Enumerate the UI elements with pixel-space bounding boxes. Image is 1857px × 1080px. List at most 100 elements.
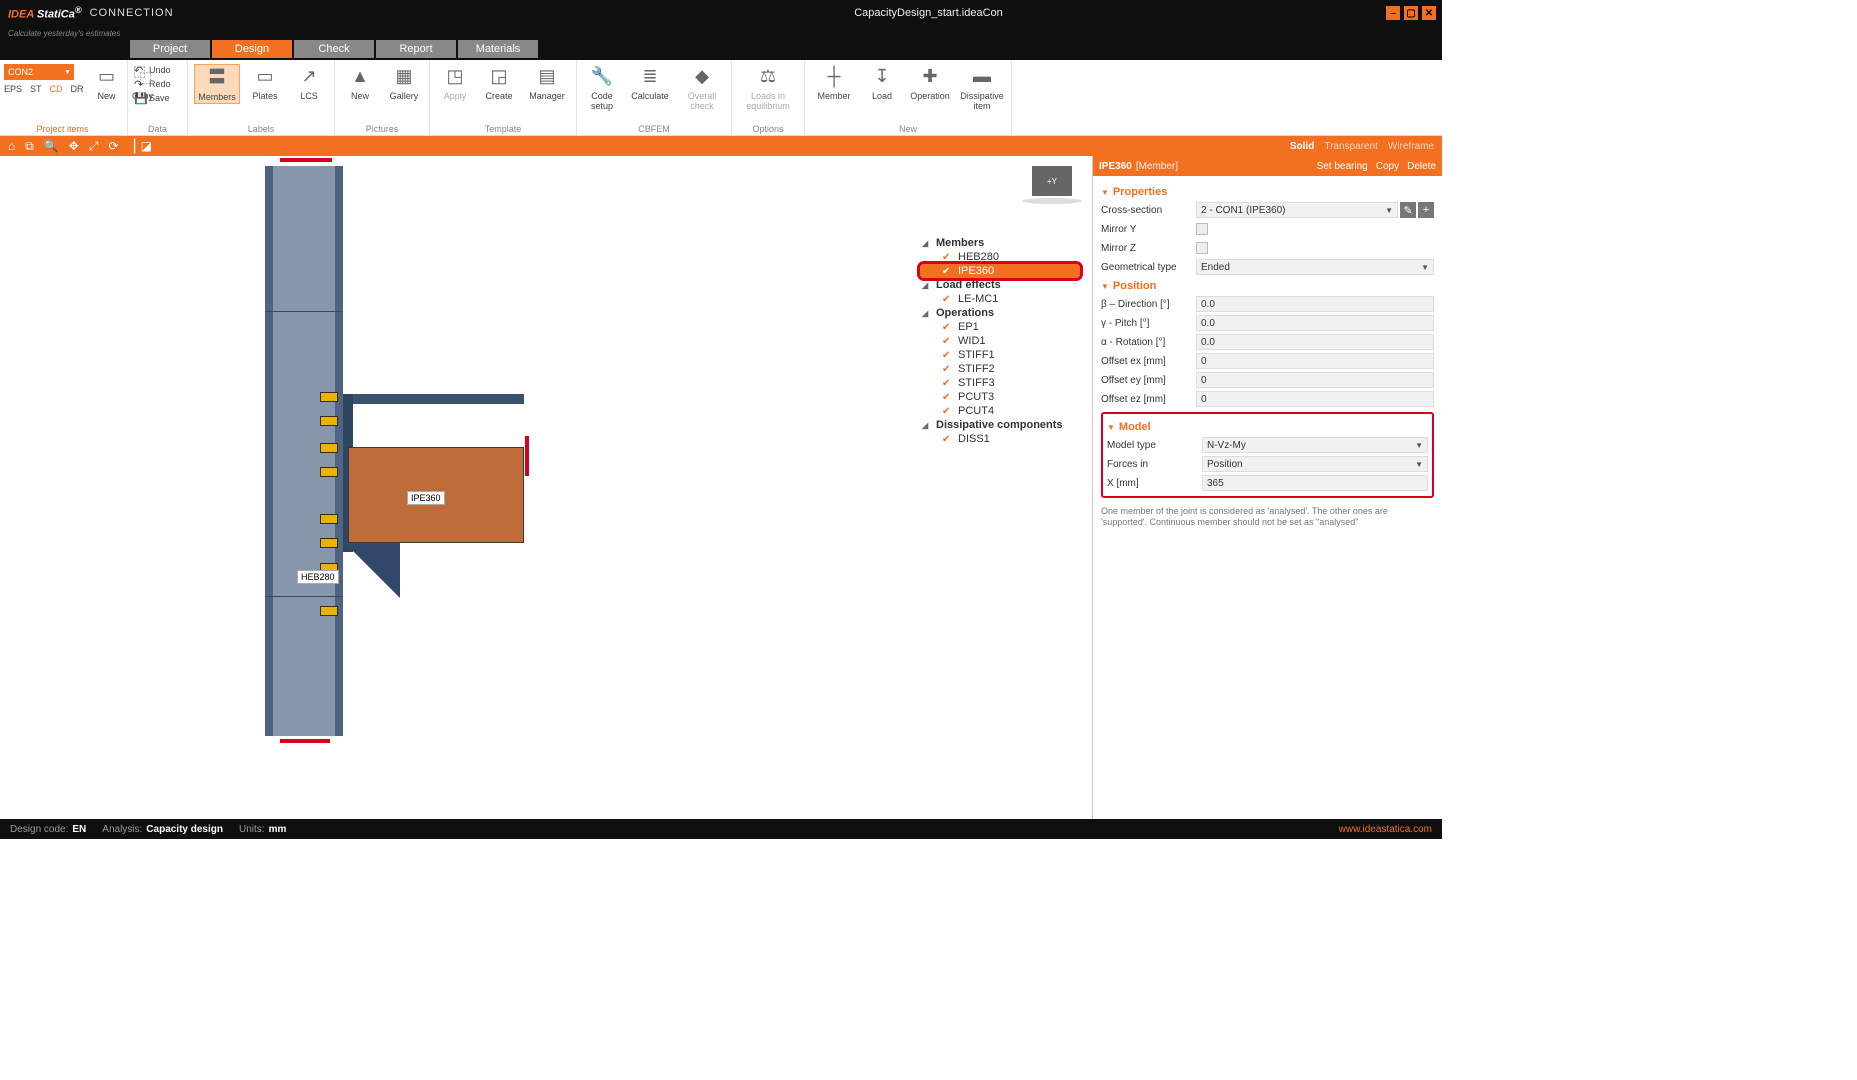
loads-eq-button[interactable]: ⚖Loads in equilibrium: [738, 64, 798, 112]
view-transparent[interactable]: Transparent: [1324, 141, 1378, 152]
mode-cd[interactable]: CD: [50, 84, 63, 94]
app-logo: IDEA StatiCa®: [8, 5, 82, 21]
check-icon: ◆: [689, 64, 715, 90]
x-input[interactable]: 365: [1202, 475, 1428, 491]
pic-new-button[interactable]: ▲New: [341, 64, 379, 102]
lcs-icon: ↗: [296, 64, 322, 90]
new-load-button[interactable]: ↧Load: [863, 64, 901, 102]
website-link[interactable]: www.ideastatica.com: [1339, 824, 1432, 835]
tree-item[interactable]: ✔PCUT4: [920, 404, 1080, 418]
pic-new-icon: ▲: [347, 64, 373, 90]
tab-report[interactable]: Report: [376, 40, 456, 58]
cross-section-select[interactable]: 2 - CON1 (IPE360): [1196, 202, 1398, 218]
lcs-button[interactable]: ↗LCS: [290, 64, 328, 102]
save-button[interactable]: 💾Save: [134, 92, 181, 104]
overall-check-button[interactable]: ◆Overall check: [679, 64, 725, 112]
calculate-icon: ≣: [637, 64, 663, 90]
tree-item[interactable]: ✔STIFF1: [920, 348, 1080, 362]
section-position[interactable]: Position: [1101, 280, 1434, 292]
tree-item[interactable]: ✔PCUT3: [920, 390, 1080, 404]
position-input[interactable]: 0: [1196, 372, 1434, 388]
view-solid[interactable]: Solid: [1290, 141, 1314, 152]
app-tagline: Calculate yesterday's estimates: [0, 26, 1442, 40]
apply-button[interactable]: ◳Apply: [436, 64, 474, 102]
new-operation-button[interactable]: ✚Operation: [907, 64, 953, 102]
expand-icon[interactable]: ⤢: [89, 139, 99, 154]
refresh-icon[interactable]: ⟳: [108, 139, 118, 153]
bolt-icon: [320, 467, 338, 477]
model-viewport[interactable]: IPE360 HEB280 +Y ◢Members✔HEB280✔IPE360◢…: [0, 156, 1092, 819]
position-input[interactable]: 0.0: [1196, 315, 1434, 331]
properties-panel: IPE360 [Member] Set bearing Copy Delete …: [1092, 156, 1442, 819]
tab-materials[interactable]: Materials: [458, 40, 538, 58]
position-input[interactable]: 0.0: [1196, 296, 1434, 312]
perspective-icon[interactable]: ◪: [141, 139, 152, 153]
tree-item[interactable]: ✔WID1: [920, 334, 1080, 348]
ribbon-group-template: ◳Apply ◲Create ▤Manager Template: [430, 60, 577, 135]
tree-item[interactable]: ✔LE-MC1: [920, 292, 1080, 306]
redo-button[interactable]: ↷Redo: [134, 78, 181, 90]
code-setup-button[interactable]: 🔧Code setup: [583, 64, 621, 112]
tree-item[interactable]: ✔IPE360: [920, 264, 1080, 278]
tree-header[interactable]: ◢Members: [920, 236, 1080, 250]
mirror-z-checkbox[interactable]: [1196, 242, 1208, 254]
connection-dropdown[interactable]: CON2: [4, 64, 74, 80]
tree-header[interactable]: ◢Operations: [920, 306, 1080, 320]
nav-cube[interactable]: +Y: [1032, 166, 1072, 196]
zoom-window-icon[interactable]: ⧉: [25, 139, 34, 154]
tree-header[interactable]: ◢Load effects: [920, 278, 1080, 292]
beam-ipe360[interactable]: IPE360: [348, 447, 524, 543]
minimize-button[interactable]: –: [1386, 6, 1400, 20]
view-wireframe[interactable]: Wireframe: [1388, 141, 1434, 152]
mode-st[interactable]: ST: [30, 84, 42, 94]
tree-item[interactable]: ✔EP1: [920, 320, 1080, 334]
tree-item[interactable]: ✔STIFF3: [920, 376, 1080, 390]
panel-title: IPE360: [1099, 161, 1132, 172]
create-button[interactable]: ◲Create: [480, 64, 518, 102]
model-type-select[interactable]: N-Vz-My: [1202, 437, 1428, 453]
mirror-y-checkbox[interactable]: [1196, 223, 1208, 235]
redo-icon: ↷: [134, 78, 146, 90]
mode-dr[interactable]: DR: [71, 84, 84, 94]
beam-plate-top: [348, 394, 524, 404]
position-input[interactable]: 0.0: [1196, 334, 1434, 350]
mode-eps[interactable]: EPS: [4, 84, 22, 94]
manager-button[interactable]: ▤Manager: [524, 64, 570, 102]
zoom-in-icon[interactable]: 🔍: [44, 139, 59, 153]
panel-copy-button[interactable]: Copy: [1376, 161, 1399, 172]
tab-design[interactable]: Design: [212, 40, 292, 58]
section-properties[interactable]: Properties: [1101, 186, 1434, 198]
panel-delete-button[interactable]: Delete: [1407, 161, 1436, 172]
position-input[interactable]: 0: [1196, 353, 1434, 369]
calculate-button[interactable]: ≣Calculate: [627, 64, 673, 102]
position-input[interactable]: 0: [1196, 391, 1434, 407]
tree-item[interactable]: ✔STIFF2: [920, 362, 1080, 376]
undo-button[interactable]: ↶Undo: [134, 64, 181, 76]
edit-cs-button[interactable]: ✎: [1400, 202, 1416, 218]
section-model[interactable]: Model: [1107, 421, 1428, 433]
geom-type-select[interactable]: Ended: [1196, 259, 1434, 275]
tab-check[interactable]: Check: [294, 40, 374, 58]
new-button[interactable]: ▭New: [94, 64, 120, 102]
new-icon: ▭: [94, 64, 120, 90]
set-bearing-button[interactable]: Set bearing: [1317, 161, 1368, 172]
home-icon[interactable]: ⌂: [8, 139, 15, 153]
dissipative-button[interactable]: ▬Dissipative item: [959, 64, 1005, 112]
pan-icon[interactable]: ✥: [69, 139, 79, 153]
add-cs-button[interactable]: +: [1418, 202, 1434, 218]
new-member-button[interactable]: ┼Member: [811, 64, 857, 102]
tree-header[interactable]: ◢Dissipative components: [920, 418, 1080, 432]
forces-in-select[interactable]: Position: [1202, 456, 1428, 472]
tree-item[interactable]: ✔HEB280: [920, 250, 1080, 264]
beam-label: IPE360: [407, 491, 445, 505]
tab-project[interactable]: Project: [130, 40, 210, 58]
gallery-button[interactable]: ▦Gallery: [385, 64, 423, 102]
member-icon: ┼: [821, 64, 847, 90]
plates-icon: ▭: [252, 64, 278, 90]
plates-button[interactable]: ▭Plates: [246, 64, 284, 102]
maximize-button[interactable]: ▢: [1404, 6, 1418, 20]
dissipative-icon: ▬: [969, 64, 995, 90]
members-button[interactable]: 〓Members: [194, 64, 240, 104]
tree-item[interactable]: ✔DISS1: [920, 432, 1080, 446]
close-button[interactable]: ✕: [1422, 6, 1436, 20]
